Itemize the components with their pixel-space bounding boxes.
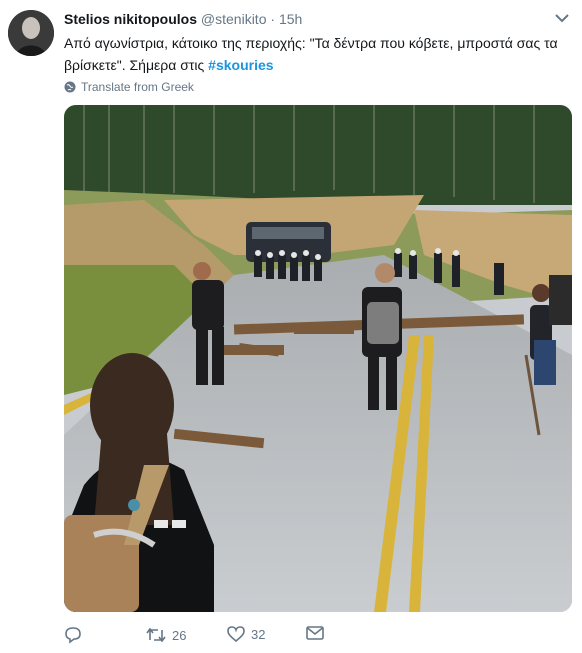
- retweet-button[interactable]: 26: [146, 626, 186, 644]
- chevron-down-icon[interactable]: [554, 12, 570, 24]
- separator-dot: ·: [270, 11, 276, 27]
- translate-link[interactable]: Translate from Greek: [64, 80, 194, 94]
- reply-button[interactable]: [64, 626, 88, 644]
- tweet-actions: 26 32: [64, 626, 484, 646]
- like-count: 32: [251, 627, 266, 642]
- tweet-photo[interactable]: [64, 105, 572, 612]
- tweet-body: Από αγωνίστρια, κάτοικο της περιοχής: "Τ…: [64, 35, 558, 73]
- author-name[interactable]: Stelios nikitopoulos: [64, 11, 197, 27]
- heart-icon: [227, 626, 245, 643]
- author-avatar[interactable]: [8, 10, 54, 56]
- author-handle[interactable]: @stenikito: [201, 11, 267, 27]
- translate-label: Translate from Greek: [81, 80, 194, 94]
- reply-icon: [64, 626, 82, 644]
- retweet-icon: [146, 626, 166, 644]
- globe-icon: [64, 81, 76, 93]
- retweet-count: 26: [172, 627, 187, 643]
- tweet-header: Stelios nikitopoulos @stenikito · 15h: [64, 11, 302, 27]
- like-button[interactable]: 32: [227, 626, 265, 643]
- tweet-timestamp[interactable]: 15h: [279, 11, 302, 27]
- direct-message-button[interactable]: [306, 626, 324, 640]
- envelope-icon: [306, 626, 324, 640]
- tweet-text: Από αγωνίστρια, κάτοικο της περιοχής: "Τ…: [64, 32, 564, 76]
- hashtag-link[interactable]: #skouries: [208, 57, 273, 73]
